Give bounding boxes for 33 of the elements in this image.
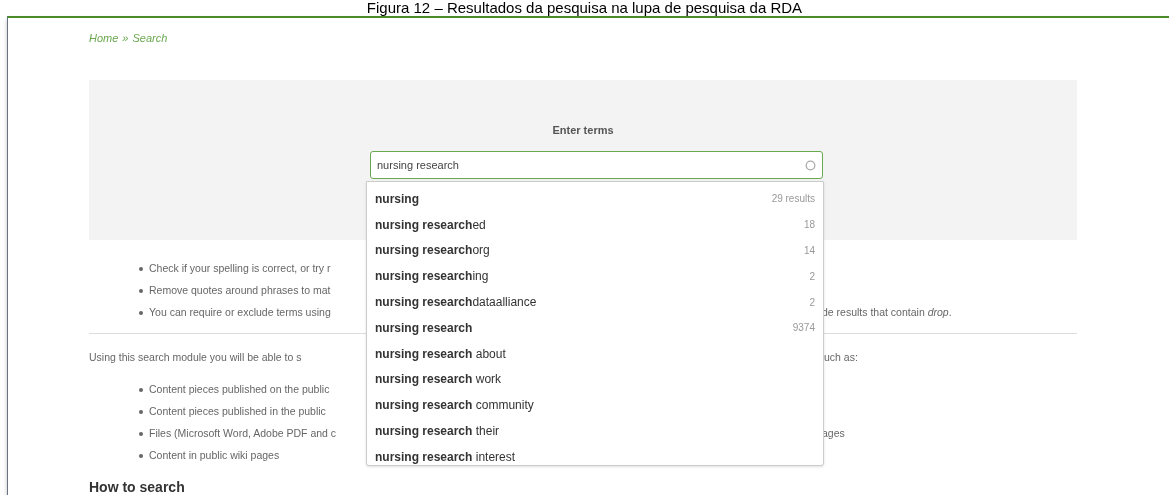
body-text: Content in public wiki pages (149, 448, 281, 464)
section-heading: How to search (89, 479, 185, 495)
body-text: uch as: (824, 350, 858, 366)
body-text: Check if your spelling is correct, or try r (149, 261, 332, 277)
suggestion-item[interactable]: nursing research interest (367, 443, 823, 470)
body-text: You can require or exclude terms using (149, 305, 332, 321)
body-text: Remove quotes around phrases to mat (149, 283, 332, 299)
search-field[interactable]: nursing research (370, 151, 823, 179)
suggestion-item[interactable]: nursing 29 results (367, 186, 823, 212)
bullet-icon (139, 289, 143, 293)
suggestion-item[interactable]: nursing research community (367, 392, 823, 419)
body-text: Content pieces published in the public (149, 404, 327, 420)
bullet-icon (139, 410, 143, 414)
suggestion-item[interactable]: nursing researchorg 14 (367, 237, 823, 264)
body-text: Using this search module you will be able to s (89, 350, 303, 366)
suggestion-item[interactable]: nursing research work (367, 366, 823, 393)
suggestion-item[interactable]: nursing research about (367, 340, 823, 367)
bullet-icon (139, 311, 143, 315)
bullet-icon (139, 432, 143, 436)
body-text: Content pieces published on the public (149, 382, 331, 398)
bullet-icon (139, 267, 143, 271)
suggestion-item[interactable]: nursing research their (367, 418, 823, 444)
suggestion-item[interactable]: nursing research 9374 (367, 315, 823, 341)
figure-caption: Figura 12 – Resultados da pesquisa na lupa de pesquisa da RDA (366, 0, 803, 16)
bullet-icon (139, 454, 143, 458)
suggestion-item[interactable]: nursing researchdataalliance 2 (367, 289, 823, 315)
suggestion-item[interactable]: nursing researching 2 (367, 263, 823, 290)
body-text: Files (Microsoft Word, Adobe PDF and c (149, 426, 338, 442)
field-label: Enter terms (552, 124, 614, 136)
bullet-icon (139, 388, 143, 392)
circle-icon (805, 159, 816, 171)
suggestion-item[interactable]: nursing researched 18 (367, 211, 823, 238)
breadcrumb-separator: » (122, 31, 129, 44)
